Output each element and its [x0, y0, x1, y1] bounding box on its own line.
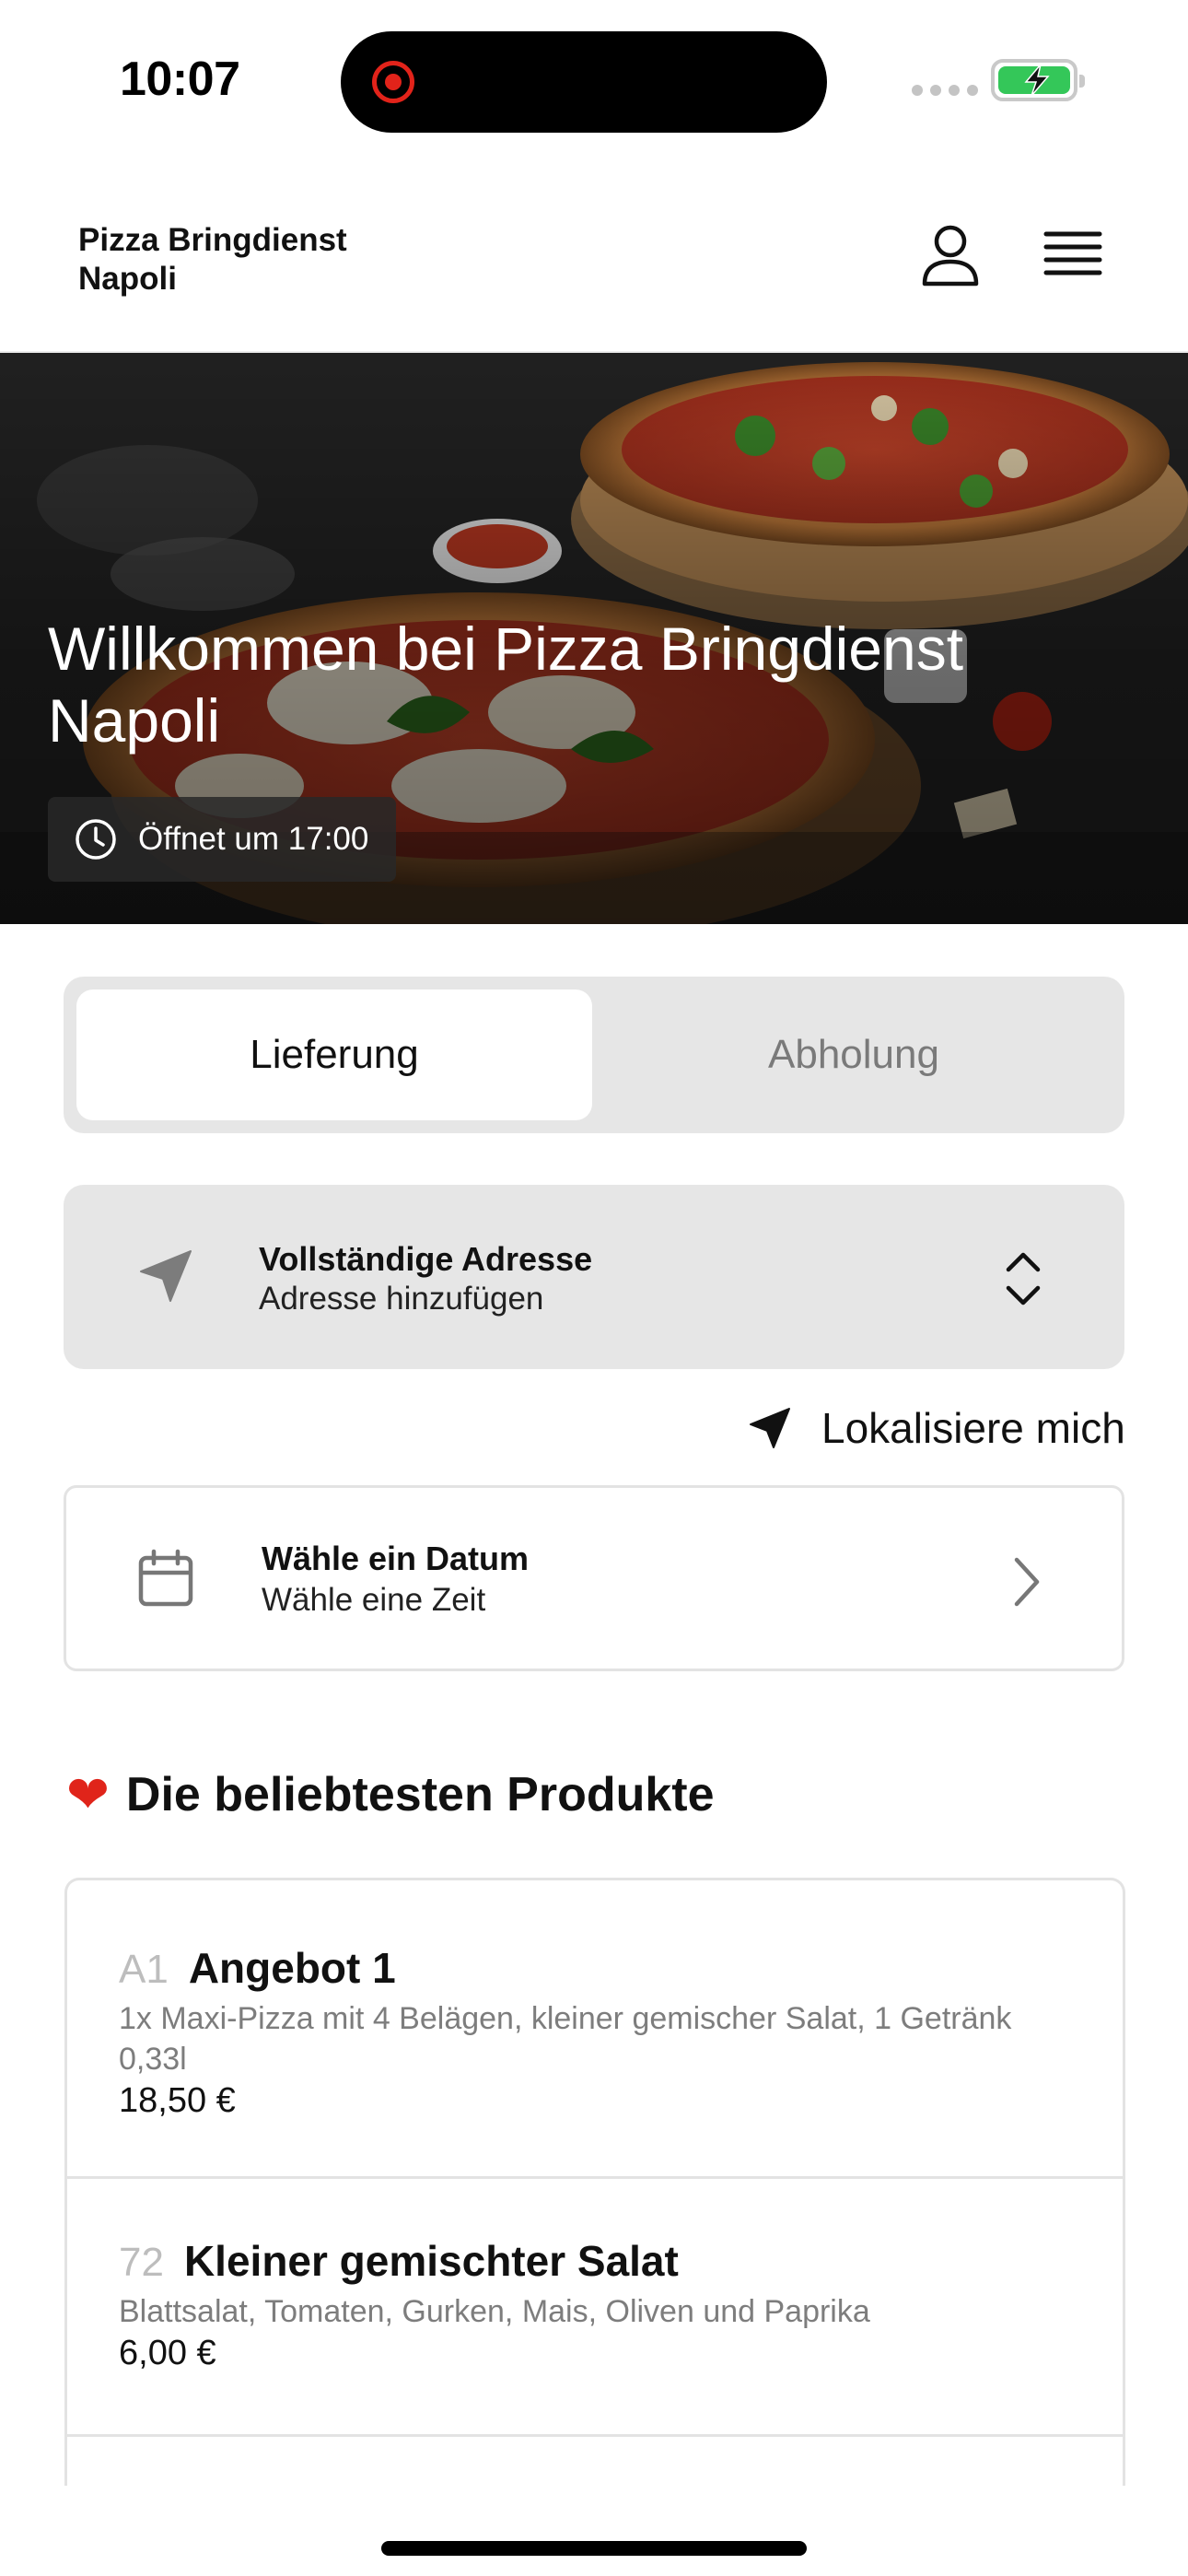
product-item[interactable]: A1 Angebot 1 1x Maxi-Pizza mit 4 Belägen… [67, 1880, 1123, 2179]
heart-icon: ❤ [66, 1765, 110, 1823]
clock-icon [76, 819, 116, 860]
menu-button[interactable] [1041, 223, 1105, 287]
home-indicator[interactable] [381, 2541, 807, 2556]
hero-banner: Willkommen bei Pizza Bringdienst Napoli … [0, 353, 1188, 924]
product-price: 18,50 € [119, 2081, 236, 2120]
hero-title: Willkommen bei Pizza Bringdienst Napoli [48, 615, 964, 755]
brand-name[interactable]: Pizza Bringdienst Napoli [78, 221, 410, 299]
product-name: Angebot 1 [188, 1944, 396, 1992]
navigation-arrow-icon [140, 1250, 192, 1302]
address-label: Vollständige Adresse [259, 1240, 593, 1278]
account-button[interactable] [915, 221, 985, 291]
tab-pickup[interactable]: Abholung [596, 989, 1112, 1120]
charging-bolt-icon [1024, 64, 1050, 97]
app-header: Pizza Bringdienst Napoli [0, 157, 1188, 353]
dynamic-island [341, 31, 827, 133]
product-description: 1x Maxi-Pizza mit 4 Belägen, kleiner gem… [119, 2001, 1012, 2077]
product-item[interactable]: 72 Kleiner gemischter Salat Blattsalat, … [67, 2179, 1123, 2437]
schedule-picker[interactable]: Wähle ein Datum Wähle eine Zeit [64, 1485, 1124, 1671]
address-placeholder: Adresse hinzufügen [259, 1281, 544, 1317]
popular-products-title: Die beliebtesten Produkte [125, 1768, 715, 1821]
user-icon [922, 225, 979, 287]
order-mode-toggle: Lieferung Abholung [64, 977, 1124, 1133]
product-number: A1 [119, 1947, 169, 1992]
hamburger-menu-icon [1043, 231, 1102, 275]
product-description: Blattsalat, Tomaten, Gurken, Mais, Olive… [119, 2294, 870, 2329]
recording-indicator-icon [372, 61, 414, 103]
product-price: 6,00 € [119, 2334, 216, 2372]
product-name: Kleiner gemischter Salat [183, 2237, 679, 2285]
chevron-up-down-icon [1006, 1252, 1041, 1306]
opening-hours-badge: Öffnet um 17:00 [48, 797, 397, 882]
opening-hours-text: Öffnet um 17:00 [138, 821, 369, 857]
locate-me-label: Lokalisiere mich [821, 1404, 1125, 1452]
status-time: 10:07 [120, 53, 240, 106]
popular-products-list: A1 Angebot 1 1x Maxi-Pizza mit 4 Belägen… [64, 1878, 1125, 2486]
battery-icon [991, 59, 1085, 101]
navigation-arrow-icon [750, 1408, 790, 1448]
date-label: Wähle ein Datum [262, 1540, 530, 1577]
status-bar: 10:07 [0, 0, 1188, 157]
calendar-icon [138, 1549, 193, 1607]
tab-delivery[interactable]: Lieferung [76, 989, 592, 1120]
time-label: Wähle eine Zeit [262, 1582, 486, 1618]
locate-me-button[interactable]: Lokalisiere mich [748, 1400, 1125, 1456]
address-selector[interactable]: Vollständige Adresse Adresse hinzufügen [64, 1185, 1124, 1369]
product-number: 72 [119, 2240, 164, 2285]
chevron-right-icon [1014, 1557, 1040, 1607]
popular-products-heading: ❤ Die beliebtesten Produkte [66, 1767, 715, 1822]
signal-icon [912, 85, 978, 96]
